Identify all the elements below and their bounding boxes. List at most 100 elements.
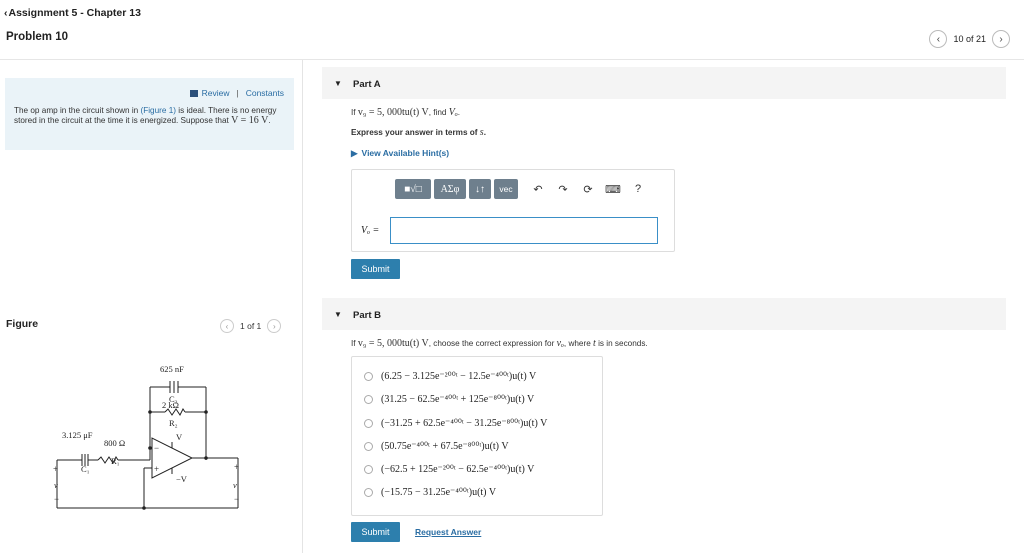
undo-icon[interactable]: ↶: [527, 179, 549, 199]
next-figure-button[interactable]: ›: [267, 319, 282, 333]
vo-plus: +: [234, 462, 239, 472]
vector-button[interactable]: vec: [494, 179, 518, 199]
part-b-header[interactable]: ▼ Part B: [322, 298, 1006, 330]
review-link[interactable]: Review: [202, 88, 230, 98]
figure-link[interactable]: (Figure 1): [141, 106, 177, 115]
choice-option[interactable]: (−31.25 + 62.5e⁻⁴⁰⁰ᵗ − 31.25e⁻⁸⁰⁰ᵗ)u(t) …: [364, 418, 547, 429]
choice-expression: (31.25 − 62.5e⁻⁴⁰⁰ᵗ + 125e⁻⁸⁰⁰ᵗ)u(t) V: [381, 394, 535, 405]
chevron-left-icon: ‹: [4, 7, 8, 19]
part-b-submit-button[interactable]: Submit: [351, 522, 400, 542]
part-a-instruction: Express your answer in terms of s.: [351, 127, 486, 138]
arrows-icon: ↓↑: [475, 183, 485, 195]
r1-value: 800 Ω: [104, 438, 125, 448]
choice-option[interactable]: (−62.5 + 125e⁻²⁰⁰ᵗ − 62.5e⁻⁴⁰⁰ᵗ)u(t) V: [364, 464, 534, 475]
choice-expression: (−15.75 − 31.25e⁻⁴⁰⁰ᵗ)u(t) V: [381, 487, 497, 498]
chevron-right-icon: ›: [999, 33, 1003, 45]
part-a-question: If v₉ = 5, 000tu(t) V, find Vₒ.: [351, 107, 460, 118]
pager-text: 10 of 21: [953, 34, 986, 44]
question-text: If: [351, 339, 358, 348]
previous-problem-button[interactable]: ‹: [929, 30, 948, 48]
choice-option[interactable]: (50.75e⁻⁴⁰⁰ᵗ + 67.5e⁻⁸⁰⁰ᵗ)u(t) V: [364, 441, 509, 452]
radio-button[interactable]: [364, 465, 373, 474]
part-b-title: Part B: [353, 310, 381, 321]
collapse-triangle-icon: ▼: [334, 310, 342, 319]
template-button[interactable]: ■√□: [395, 179, 431, 199]
radio-button[interactable]: [364, 419, 373, 428]
choice-option[interactable]: (6.25 − 3.125e⁻²⁰⁰ᵗ − 12.5e⁻⁴⁰⁰ᵗ)u(t) V: [364, 371, 536, 382]
chevron-left-icon: ‹: [936, 33, 941, 45]
part-a-header[interactable]: ▼ Part A: [322, 67, 1006, 99]
figure-pager: ‹ 1 of 1 ›: [220, 319, 282, 333]
symbols-icon: AΣφ: [440, 183, 460, 195]
instruction-text: Express your answer in terms of: [351, 128, 480, 137]
question-text: , choose the correct expression for: [428, 339, 557, 348]
choices-box: (6.25 − 3.125e⁻²⁰⁰ᵗ − 12.5e⁻⁴⁰⁰ᵗ)u(t) V …: [351, 356, 603, 516]
choice-option[interactable]: (−15.75 − 31.25e⁻⁴⁰⁰ᵗ)u(t) V: [364, 487, 496, 498]
problem-statement-panel: Review | Constants The op amp in the cir…: [5, 78, 294, 150]
problem-pager: ‹ 10 of 21 ›: [929, 30, 1010, 48]
radio-button[interactable]: [364, 395, 373, 404]
radio-button[interactable]: [364, 372, 373, 381]
part-a-submit-button[interactable]: Submit: [351, 259, 400, 279]
question-math: vₒ: [556, 338, 564, 349]
help-label: ?: [634, 183, 642, 195]
chevron-left-icon: ‹: [225, 321, 229, 331]
choice-expression: (50.75e⁻⁴⁰⁰ᵗ + 67.5e⁻⁸⁰⁰ᵗ)u(t) V: [381, 441, 509, 452]
caret-right-icon: ▶: [351, 148, 358, 158]
part-b-question: If v₉ = 5, 000tu(t) V, choose the correc…: [351, 338, 648, 349]
reset-icon[interactable]: ⟳: [577, 179, 599, 199]
figure-label: Figure: [6, 318, 39, 330]
choice-expression: (−31.25 + 62.5e⁻⁴⁰⁰ᵗ − 31.25e⁻⁸⁰⁰ᵗ)u(t) …: [381, 418, 548, 429]
vplus-label: V: [176, 432, 183, 442]
vo-minus: −: [234, 494, 239, 504]
math-toolbar: ■√□ AΣφ ↓↑ vec ↶ ↷ ⟳ ⌨ ?: [395, 179, 649, 199]
noninverting-input-sign: +: [154, 464, 159, 474]
chevron-right-icon: ›: [272, 321, 276, 331]
vg-label: v: [54, 480, 58, 490]
request-answer-link[interactable]: Request Answer: [415, 527, 481, 537]
help-icon[interactable]: ?: [627, 179, 649, 199]
next-problem-button[interactable]: ›: [992, 30, 1010, 48]
instruction-text: .: [483, 128, 486, 137]
c1-name: C₁: [81, 464, 90, 474]
vo-label: v: [233, 480, 237, 490]
circuit-diagram: 625 nF C₂ 2 kΩ R₂ 3.125 μF C₁ 800 Ω R₁ V…: [53, 364, 239, 510]
keyboard-icon[interactable]: ⌨: [602, 179, 624, 199]
review-icon: [189, 89, 198, 97]
part-a-title: Part A: [353, 79, 381, 90]
figure-pager-text: 1 of 1: [240, 321, 262, 331]
template-icon: ■√□: [404, 183, 422, 195]
r2-value: 2 kΩ: [162, 400, 179, 410]
answer-label: Vₒ =: [361, 225, 380, 236]
separator: |: [236, 88, 239, 98]
question-text: , find: [428, 108, 449, 117]
question-text: If: [351, 108, 358, 117]
question-math: v₉ = 5, 000tu(t) V: [357, 338, 429, 349]
vg-plus: +: [53, 464, 58, 474]
radio-button[interactable]: [364, 488, 373, 497]
inverting-input-sign: −: [154, 443, 159, 453]
r1-name: R₁: [111, 456, 120, 466]
page-title: Problem 10: [6, 31, 68, 43]
choice-option[interactable]: (31.25 − 62.5e⁻⁴⁰⁰ᵗ + 125e⁻⁸⁰⁰ᵗ)u(t) V: [364, 394, 534, 405]
choice-expression: (−62.5 + 125e⁻²⁰⁰ᵗ − 62.5e⁻⁴⁰⁰ᵗ)u(t) V: [381, 464, 535, 475]
r2-name: R₂: [169, 418, 178, 428]
vec-label: vec: [499, 184, 513, 194]
view-hints-link[interactable]: ▶ View Available Hint(s): [351, 148, 449, 159]
constants-link[interactable]: Constants: [246, 88, 284, 98]
c2-value: 625 nF: [160, 364, 184, 374]
subscript-button[interactable]: ↓↑: [469, 179, 491, 199]
radio-button[interactable]: [364, 442, 373, 451]
hints-label: View Available Hint(s): [361, 148, 450, 158]
symbols-button[interactable]: AΣφ: [434, 179, 466, 199]
review-constants-row: Review | Constants: [189, 88, 284, 98]
answer-input[interactable]: [390, 217, 658, 244]
previous-figure-button[interactable]: ‹: [220, 319, 234, 333]
column-divider: [302, 60, 303, 553]
question-text: .: [457, 108, 460, 117]
vg-minus: −: [54, 494, 59, 504]
breadcrumb[interactable]: ‹Assignment 5 - Chapter 13: [4, 7, 141, 19]
question-text: , where: [563, 339, 594, 348]
redo-icon[interactable]: ↷: [552, 179, 574, 199]
vminus-label: −V: [176, 474, 188, 484]
